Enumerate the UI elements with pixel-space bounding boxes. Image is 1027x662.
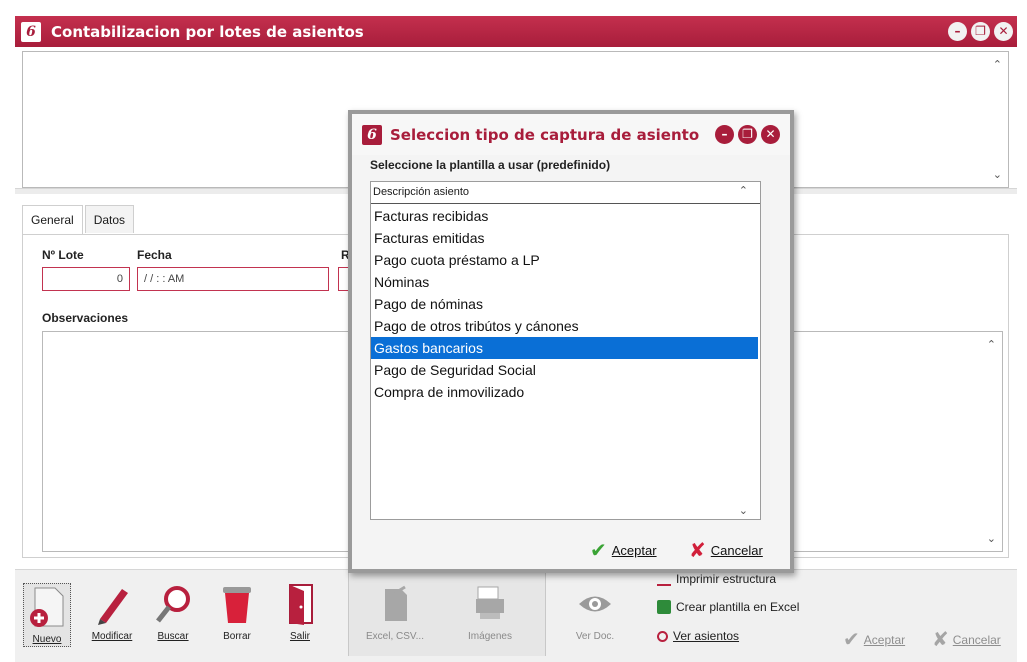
- imprimir-estructura-link[interactable]: Imprimir estructura: [657, 572, 776, 586]
- scroll-down-icon[interactable]: ⌄: [993, 168, 1002, 181]
- fecha-field[interactable]: / / : : AM: [137, 267, 329, 291]
- list-item[interactable]: Pago cuota préstamo a LP: [371, 249, 760, 271]
- main-cancelar-label: Cancelar: [952, 632, 1001, 647]
- dialog-titlebar: 6 Seleccion tipo de captura de asiento –…: [352, 114, 790, 155]
- ver-doc-button[interactable]: Ver Doc.: [570, 583, 620, 642]
- obs-scroll-up-icon[interactable]: ⌃: [987, 338, 996, 351]
- salir-label: Salir: [289, 631, 310, 642]
- cancel-icon: ✘: [932, 629, 949, 651]
- magnifier-icon: [156, 586, 190, 623]
- scroll-up-icon[interactable]: ⌃: [993, 58, 1002, 71]
- exit-door-icon: [289, 584, 313, 625]
- dialog-cancelar-button[interactable]: ✘ Cancelar: [689, 538, 763, 563]
- crear-plantilla-link[interactable]: Crear plantilla en Excel: [657, 600, 799, 614]
- imagenes-label: Imágenes: [468, 631, 512, 642]
- list-item[interactable]: Facturas recibidas: [371, 205, 760, 227]
- close-icon[interactable]: ✕: [994, 22, 1013, 41]
- ver-doc-label: Ver Doc.: [575, 631, 615, 642]
- window-title: Contabilizacion por lotes de asientos: [51, 22, 364, 41]
- dialog-cancelar-label: Cancelar: [710, 543, 763, 558]
- dialog-minimize-icon[interactable]: –: [715, 125, 734, 144]
- template-select-dialog: 6 Seleccion tipo de captura de asiento –…: [348, 110, 794, 573]
- dialog-logo-icon: 6: [362, 124, 382, 145]
- list-scroll-down-icon[interactable]: ⌄: [739, 504, 748, 517]
- check-icon: ✔: [590, 540, 607, 562]
- imagenes-button[interactable]: Imágenes: [460, 583, 520, 642]
- buscar-button[interactable]: Buscar: [151, 583, 195, 642]
- list-item-selected[interactable]: Gastos bancarios: [371, 337, 758, 359]
- main-aceptar-label: Aceptar: [863, 632, 906, 647]
- restore-icon[interactable]: ❐: [971, 22, 990, 41]
- trash-icon: [223, 587, 251, 623]
- crear-plantilla-label: Crear plantilla en Excel: [676, 600, 800, 614]
- print-icon: [657, 572, 671, 586]
- tab-bar: General Datos: [22, 205, 136, 236]
- check-icon: ✔: [843, 629, 860, 651]
- ver-asientos-label: Ver asientos: [673, 629, 740, 643]
- buscar-label: Buscar: [157, 631, 189, 642]
- lote-field[interactable]: 0: [42, 267, 130, 291]
- modificar-label: Modificar: [91, 631, 133, 642]
- app-logo-icon: 6: [21, 21, 41, 42]
- minimize-icon[interactable]: –: [948, 22, 967, 41]
- scanner-icon: [476, 586, 504, 619]
- pencil-icon: [98, 589, 128, 625]
- list-items: Facturas recibidas Facturas emitidas Pag…: [371, 205, 760, 403]
- borrar-button[interactable]: Borrar: [215, 583, 259, 642]
- main-cancelar-button[interactable]: ✘ Cancelar: [932, 627, 1001, 652]
- fecha-label: Fecha: [137, 248, 172, 262]
- dialog-title: Seleccion tipo de captura de asiento: [390, 125, 700, 144]
- nuevo-label: Nuevo: [32, 634, 62, 645]
- search-small-icon: [657, 630, 668, 642]
- column-header-descripcion[interactable]: Descripción asiento: [371, 182, 760, 204]
- dialog-aceptar-button[interactable]: ✔ Aceptar: [590, 538, 657, 563]
- list-scroll-up-icon[interactable]: ⌃: [739, 184, 748, 197]
- imprimir-label: Imprimir estructura: [676, 572, 777, 586]
- list-item[interactable]: Pago de Seguridad Social: [371, 359, 760, 381]
- dialog-restore-icon[interactable]: ❐: [738, 125, 757, 144]
- list-item[interactable]: Compra de inmovilizado: [371, 381, 760, 403]
- list-item[interactable]: Facturas emitidas: [371, 227, 760, 249]
- borrar-label: Borrar: [223, 631, 251, 642]
- excel-csv-label: Excel, CSV...: [366, 631, 424, 642]
- dialog-subtitle: Seleccione la plantilla a usar (predefin…: [370, 158, 611, 172]
- dialog-aceptar-label: Aceptar: [611, 543, 657, 558]
- salir-button[interactable]: Salir: [280, 583, 320, 642]
- nuevo-button[interactable]: Nuevo: [23, 583, 71, 647]
- cancel-icon: ✘: [689, 540, 706, 562]
- template-list[interactable]: Descripción asiento ⌃ Facturas recibidas…: [370, 181, 761, 520]
- lote-label: Nº Lote: [42, 248, 84, 262]
- export-file-icon: [385, 585, 407, 621]
- list-item[interactable]: Pago de nóminas: [371, 293, 760, 315]
- list-item[interactable]: Nóminas: [371, 271, 760, 293]
- main-aceptar-button[interactable]: ✔ Aceptar: [843, 627, 905, 652]
- excel-csv-button[interactable]: Excel, CSV...: [363, 583, 427, 642]
- new-document-icon: [30, 587, 64, 627]
- dialog-close-icon[interactable]: ✕: [761, 125, 780, 144]
- tab-datos[interactable]: Datos: [84, 205, 135, 233]
- main-titlebar: 6 Contabilizacion por lotes de asientos …: [15, 16, 1017, 47]
- observaciones-label: Observaciones: [42, 311, 129, 325]
- obs-scroll-down-icon[interactable]: ⌄: [987, 532, 996, 545]
- tab-general[interactable]: General: [22, 205, 83, 236]
- modificar-button[interactable]: Modificar: [84, 583, 140, 642]
- excel-icon: [657, 600, 671, 614]
- ver-asientos-link[interactable]: Ver asientos: [657, 629, 739, 643]
- eye-icon: [579, 596, 611, 612]
- list-item[interactable]: Pago de otros tribútos y cánones: [371, 315, 760, 337]
